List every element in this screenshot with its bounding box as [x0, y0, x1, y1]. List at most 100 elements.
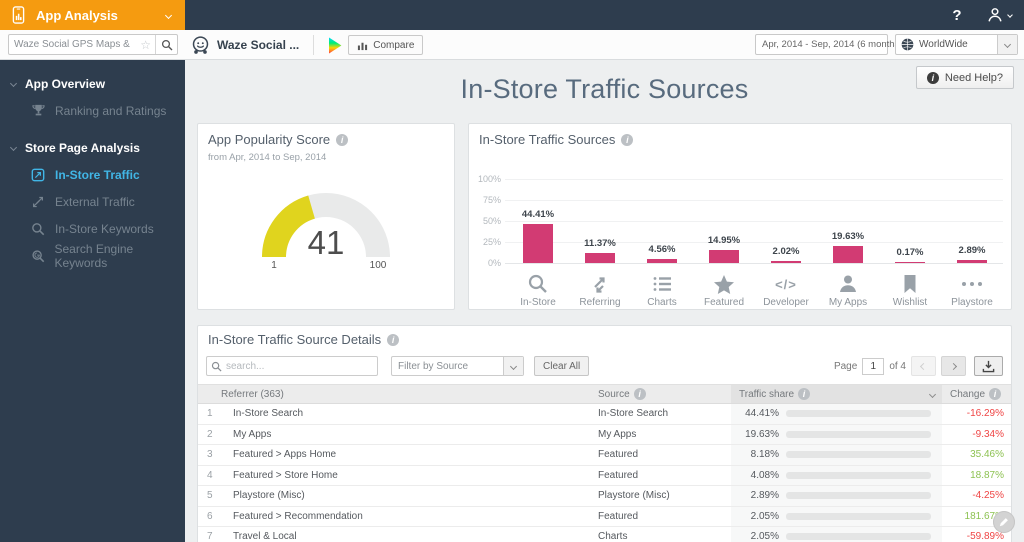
table-row: 3 Featured > Apps Home Featured 8.18% 35…	[198, 445, 1011, 466]
traffic-share-cell: 4.08%	[731, 465, 942, 485]
page-number-input[interactable]	[862, 357, 885, 375]
table-row: 2 My Apps My Apps 19.63% -9.34%	[198, 424, 1011, 445]
google-play-icon[interactable]	[328, 37, 342, 54]
date-range-picker[interactable]: Apr, 2014 - Sep, 2014 (6 months)	[755, 34, 916, 55]
share-bar-track	[786, 512, 931, 520]
change-cell: -16.29%	[966, 408, 1004, 420]
export-button[interactable]	[974, 356, 1003, 376]
bar-value-label: 44.41%	[521, 208, 555, 220]
table-body: 1 In-Store Search In-Store Search 44.41%…	[198, 404, 1011, 542]
sidebar-item-label: In-Store Traffic	[55, 167, 140, 182]
table-row: 6 Featured > Recommendation Featured 2.0…	[198, 506, 1011, 527]
pagination: Page of 4	[834, 356, 1003, 376]
divider	[313, 35, 315, 55]
app-analysis-menu[interactable]: App Analysis	[0, 0, 185, 30]
info-icon[interactable]	[336, 133, 349, 146]
app-popularity-card: App Popularity Score from Apr, 2014 to S…	[197, 123, 455, 310]
card-title: In-Store Traffic Source Details	[208, 332, 382, 347]
chevron-down-icon	[9, 143, 18, 152]
info-icon[interactable]	[633, 388, 646, 400]
row-number: 7	[207, 531, 213, 542]
pencil-icon	[999, 518, 1008, 527]
favorite-star-icon[interactable]: ☆	[136, 38, 155, 52]
person-icon	[986, 6, 1004, 24]
sort-descending-icon[interactable]	[928, 390, 937, 398]
y-tick: 75%	[482, 195, 501, 205]
info-icon[interactable]	[621, 133, 634, 146]
need-help-button[interactable]: Need Help?	[915, 66, 1014, 89]
chart-column-in-store: 44.41% In-Store	[507, 175, 569, 308]
change-cell: 35.46%	[970, 449, 1004, 461]
bar-value-label: 0.17%	[896, 246, 924, 258]
bar	[585, 253, 615, 263]
feedback-button[interactable]	[993, 511, 1015, 533]
page-title: In-Store Traffic Sources	[460, 74, 749, 104]
column-header-referrer[interactable]: Referrer (363)	[198, 385, 598, 403]
traffic-share-cell: 2.05%	[731, 506, 942, 526]
clear-all-button[interactable]: Clear All	[534, 356, 590, 376]
source-cell: Featured	[598, 469, 639, 481]
sidebar-item-in-store-keywords[interactable]: In-Store Keywords	[0, 215, 185, 242]
card-subtitle: from Apr, 2014 to Sep, 2014	[208, 152, 327, 163]
magnifier-icon	[507, 272, 569, 296]
referrer-cell: Playstore (Misc)	[233, 490, 305, 502]
app-search-input[interactable]	[9, 39, 137, 50]
column-header-traffic-share[interactable]: Traffic share	[731, 385, 942, 403]
y-tick: 0%	[487, 258, 501, 268]
in-store-traffic-icon	[30, 167, 46, 183]
column-header-source[interactable]: Source	[598, 385, 731, 403]
phone-chart-icon	[10, 5, 27, 25]
search-engine-icon	[30, 248, 46, 264]
bar-value-label: 11.37%	[584, 238, 616, 249]
current-app-chip: Waze Social ... Compare	[190, 33, 424, 57]
section-label: App Overview	[25, 76, 106, 91]
source-cell: My Apps	[598, 428, 637, 440]
sidebar-item-label: External Traffic	[55, 194, 135, 209]
share-bar-track	[786, 533, 931, 541]
sidebar-item-external-traffic[interactable]: External Traffic	[0, 188, 185, 215]
referrer-cell: Featured > Apps Home	[233, 449, 337, 461]
table-header: Referrer (363) Source Traffic share Chan…	[198, 384, 1011, 404]
filter-label: Filter by Source	[398, 360, 469, 372]
help-button[interactable]: ?	[942, 0, 972, 30]
search-submit-button[interactable]	[155, 35, 177, 54]
referrer-cell: Travel & Local	[233, 531, 297, 542]
change-cell: 18.87%	[970, 469, 1004, 481]
table-row: 4 Featured > Store Home Featured 4.08% 1…	[198, 465, 1011, 486]
previous-page-button[interactable]	[911, 356, 936, 376]
source-cell: Featured	[598, 449, 639, 461]
category-label: In-Store	[520, 297, 556, 308]
section-label: Store Page Analysis	[25, 140, 140, 155]
info-icon[interactable]	[387, 333, 400, 346]
card-title: App Popularity Score	[208, 132, 331, 147]
gauge-max-label: 100	[369, 260, 387, 271]
download-icon	[982, 360, 995, 372]
sidebar-item-in-store-traffic[interactable]: In-Store Traffic	[0, 161, 185, 188]
sidebar-item-search-engine-keywords[interactable]: Search Engine Keywords	[0, 242, 185, 270]
column-header-change[interactable]: Change	[942, 385, 1011, 403]
sidebar-item-ranking-and-ratings[interactable]: Ranking and Ratings	[0, 97, 185, 124]
info-icon[interactable]	[989, 388, 1002, 400]
traffic-share-cell: 44.41%	[731, 404, 942, 424]
category-label: Referring	[579, 297, 621, 308]
user-menu[interactable]	[980, 0, 1018, 30]
bar-value-label: 4.56%	[648, 244, 676, 255]
bar-value-label: 2.02%	[772, 246, 800, 258]
info-icon[interactable]	[798, 388, 811, 400]
ellipsis-icon	[941, 272, 1003, 296]
next-page-button[interactable]	[941, 356, 966, 376]
compare-button[interactable]: Compare	[348, 35, 424, 55]
category-label: My Apps	[828, 297, 868, 308]
filter-by-source-select[interactable]: Filter by Source	[391, 356, 524, 376]
sidebar-item-label: In-Store Keywords	[55, 221, 154, 236]
table-search-input[interactable]	[226, 360, 377, 372]
region-selector[interactable]: WorldWide	[895, 34, 1018, 55]
source-cell: Playstore (Misc)	[598, 490, 670, 502]
chart-column-my-apps: 19.63% My Apps	[817, 175, 879, 308]
row-number: 3	[207, 449, 213, 461]
row-number: 6	[207, 510, 213, 522]
sidebar-section-app-overview[interactable]: App Overview	[0, 70, 185, 97]
sidebar-section-store-page-analysis[interactable]: Store Page Analysis	[0, 134, 185, 161]
bar	[523, 223, 553, 263]
bar	[709, 249, 739, 263]
